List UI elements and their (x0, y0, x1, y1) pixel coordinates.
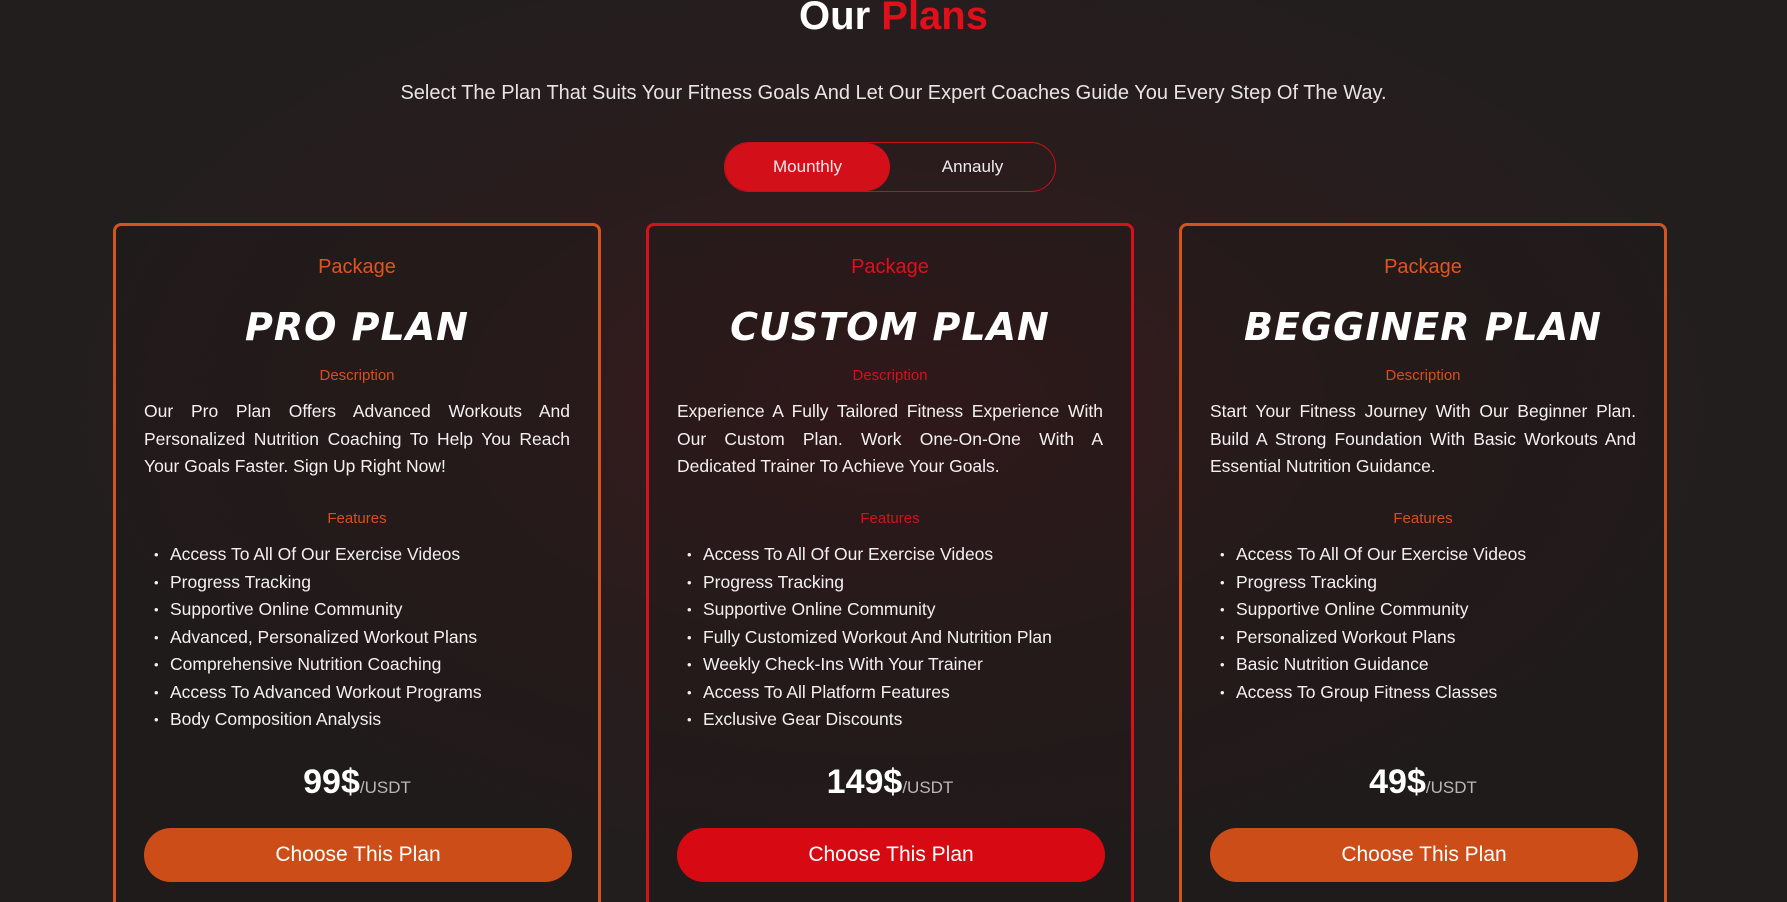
section-title: Our Plans (0, 0, 1787, 40)
plan-price: 99$/USDT (144, 763, 570, 802)
choose-plan-button[interactable]: Choose This Plan (677, 828, 1105, 882)
choose-plan-button[interactable]: Choose This Plan (1210, 828, 1638, 882)
plan-description: Experience A Fully Tailored Fitness Expe… (677, 401, 1103, 476)
package-label: Package (1384, 256, 1462, 278)
feature-item: Access To All Of Our Exercise Videos (154, 541, 570, 569)
plan-price: 149$/USDT (677, 763, 1103, 802)
features-label: Features (860, 510, 920, 527)
price-unit: /USDT (902, 778, 954, 797)
price-amount: 149$ (826, 763, 903, 801)
package-label: Package (318, 256, 396, 278)
package-label: Package (851, 256, 929, 278)
plan-name: PRO PLAN (245, 305, 469, 349)
description-label: Description (852, 367, 928, 384)
price-amount: 49$ (1369, 763, 1426, 801)
description-label: Description (1385, 367, 1461, 384)
feature-item: Supportive Online Community (154, 596, 570, 624)
plan-price: 49$/USDT (1210, 763, 1636, 802)
price-amount: 99$ (303, 763, 360, 801)
feature-item: Progress Tracking (154, 569, 570, 597)
plan-card-custom: Package CUSTOM PLAN Description Experien… (646, 223, 1134, 902)
price-unit: /USDT (1425, 778, 1477, 797)
plan-card-beginner: Package BEGGINER PLAN Description Start … (1179, 223, 1667, 902)
feature-item: Fully Customized Workout And Nutrition P… (687, 624, 1103, 652)
feature-item: Access To Advanced Workout Programs (154, 679, 570, 707)
billing-period-toggle[interactable]: Mounthly Annauly (724, 142, 1056, 192)
features-list: Access To All Of Our Exercise Videos Pro… (144, 541, 570, 749)
plan-name: BEGGINER PLAN (1244, 305, 1602, 349)
choose-plan-button[interactable]: Choose This Plan (144, 828, 572, 882)
feature-item: Progress Tracking (687, 569, 1103, 597)
feature-item: Access To Group Fitness Classes (1220, 679, 1636, 707)
section-title-plain: Our (799, 0, 871, 38)
section-title-accent: Plans (881, 0, 988, 38)
features-label: Features (327, 510, 387, 527)
features-label: Features (1393, 510, 1453, 527)
section-subtitle: Select The Plan That Suits Your Fitness … (400, 82, 1387, 104)
feature-item: Advanced, Personalized Workout Plans (154, 624, 570, 652)
feature-item: Supportive Online Community (1220, 596, 1636, 624)
toggle-monthly[interactable]: Mounthly (725, 143, 890, 191)
feature-item: Personalized Workout Plans (1220, 624, 1636, 652)
features-list: Access To All Of Our Exercise Videos Pro… (677, 541, 1103, 749)
price-unit: /USDT (359, 778, 411, 797)
plan-card-pro: Package PRO PLAN Description Our Pro Pla… (113, 223, 601, 902)
features-list: Access To All Of Our Exercise Videos Pro… (1210, 541, 1636, 749)
feature-item: Basic Nutrition Guidance (1220, 651, 1636, 679)
feature-item: Supportive Online Community (687, 596, 1103, 624)
feature-item: Body Composition Analysis (154, 706, 570, 734)
description-label: Description (319, 367, 395, 384)
feature-item: Comprehensive Nutrition Coaching (154, 651, 570, 679)
feature-item: Access To All Of Our Exercise Videos (687, 541, 1103, 569)
feature-item: Progress Tracking (1220, 569, 1636, 597)
plan-description: Start Your Fitness Journey With Our Begi… (1210, 401, 1636, 476)
feature-item: Exclusive Gear Discounts (687, 706, 1103, 734)
toggle-annually[interactable]: Annauly (890, 143, 1055, 191)
feature-item: Weekly Check-Ins With Your Trainer (687, 651, 1103, 679)
feature-item: Access To All Of Our Exercise Videos (1220, 541, 1636, 569)
feature-item: Access To All Platform Features (687, 679, 1103, 707)
plan-description: Our Pro Plan Offers Advanced Workouts An… (144, 401, 570, 476)
plan-name: CUSTOM PLAN (730, 305, 1050, 349)
